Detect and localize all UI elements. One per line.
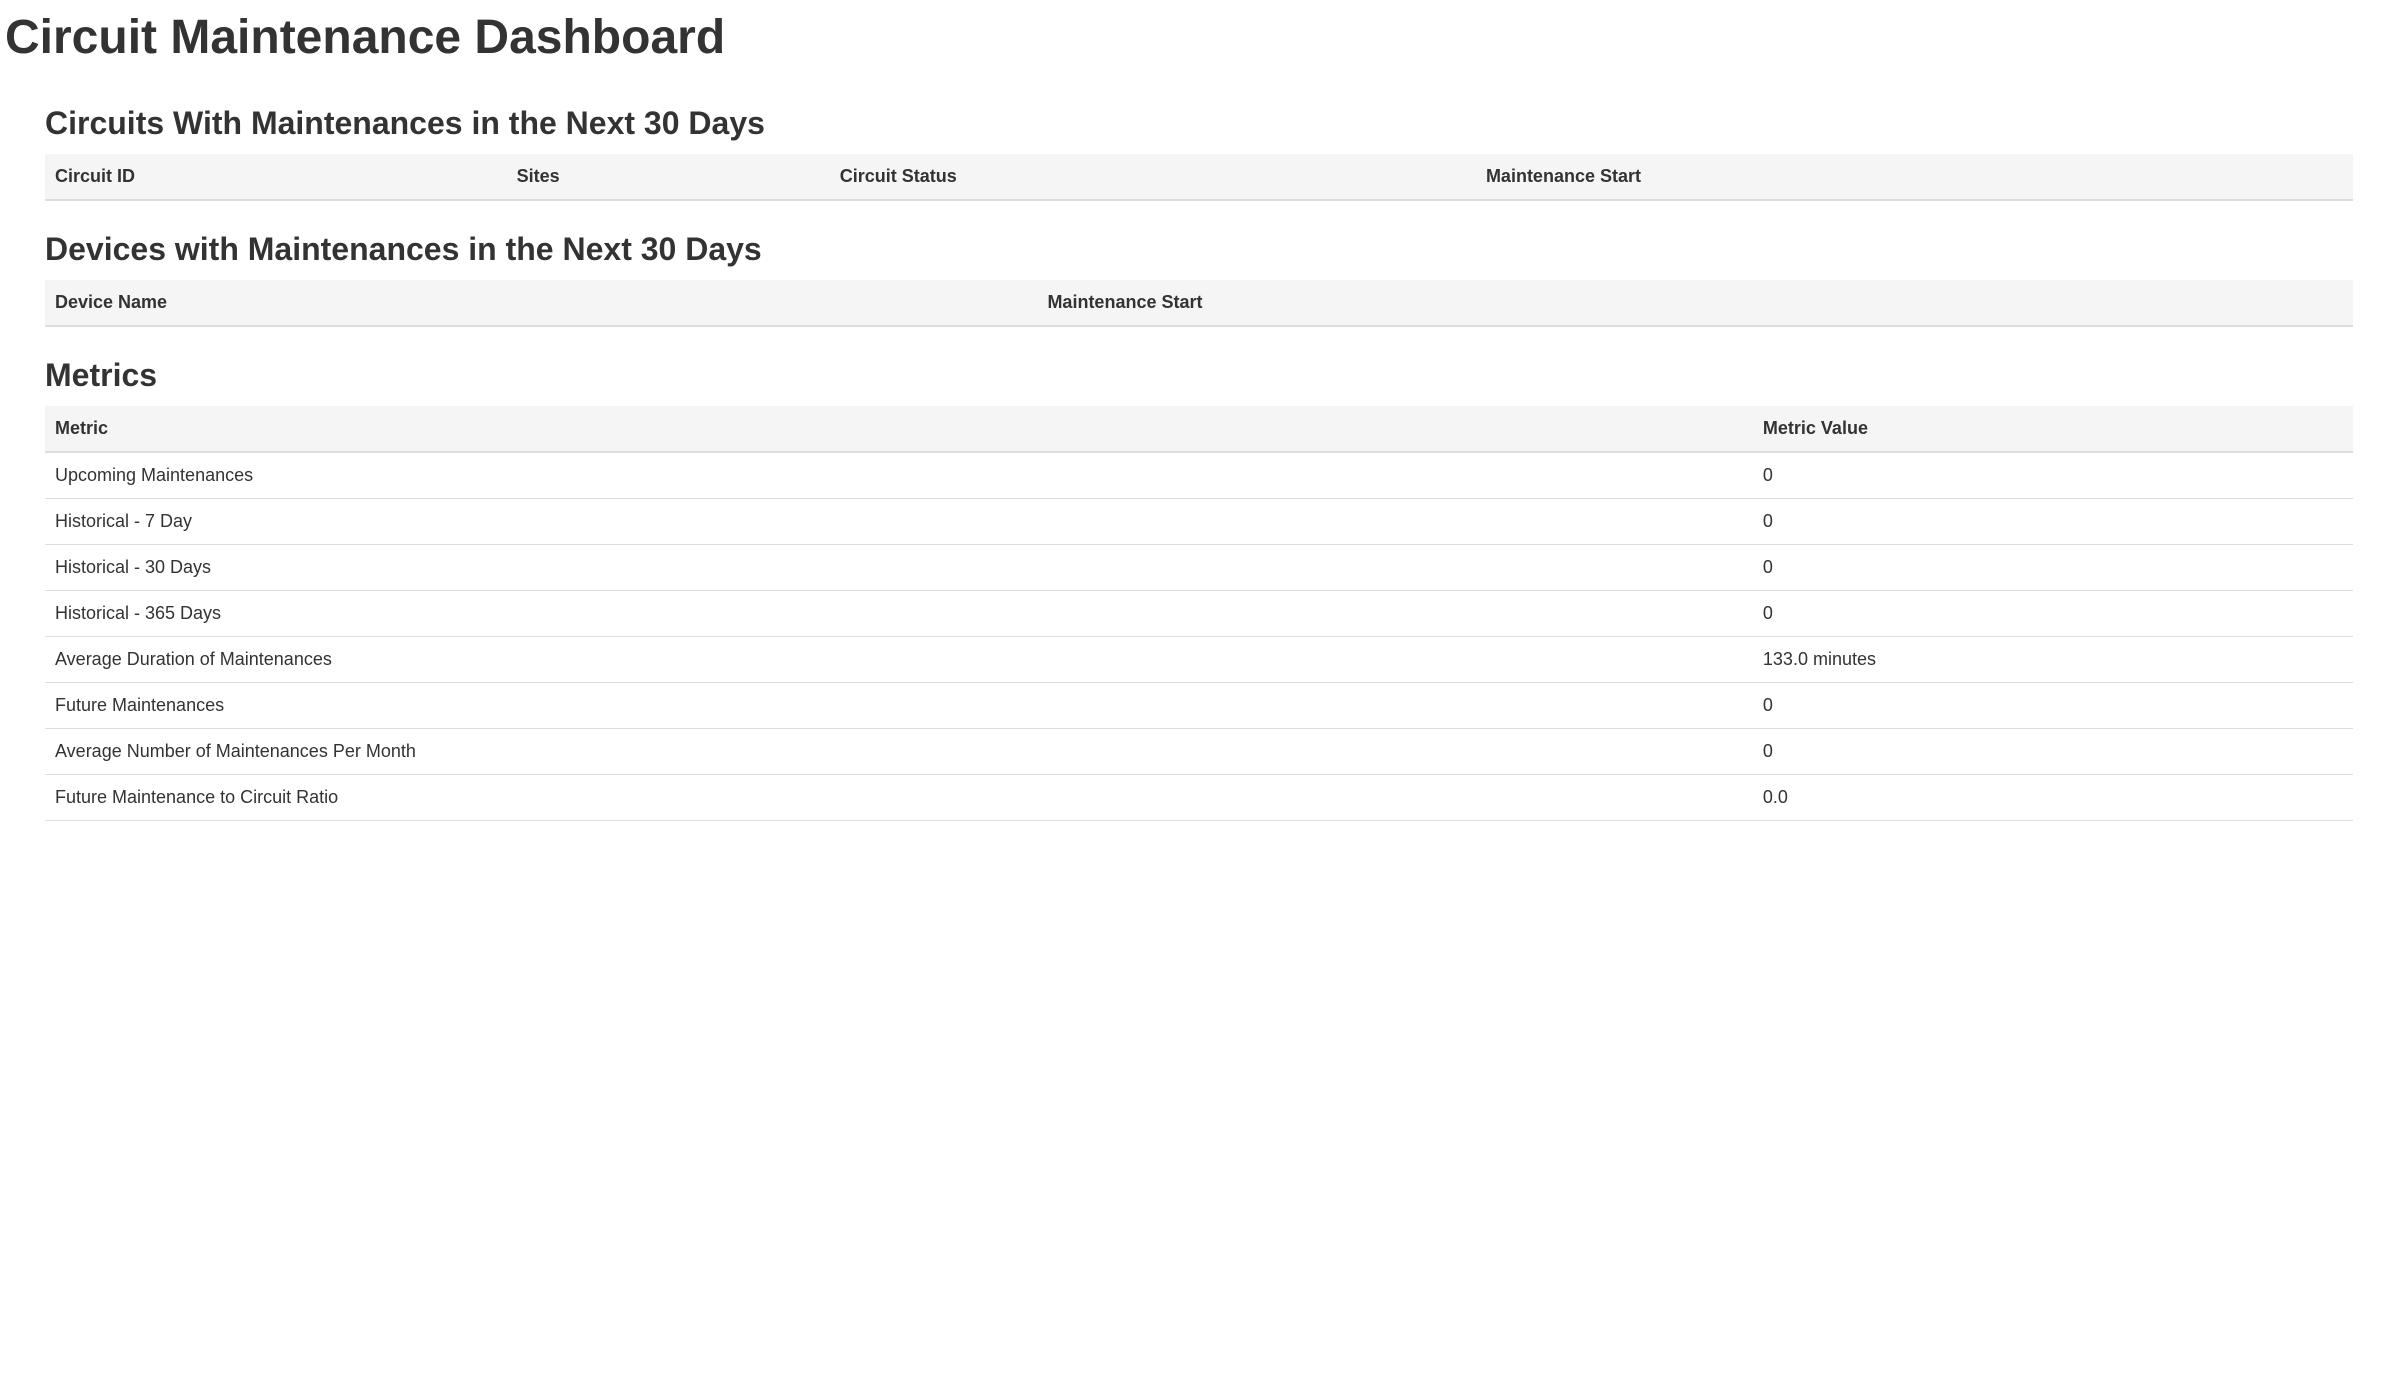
col-metric-value: Metric Value	[1753, 406, 2353, 452]
col-circuit-status: Circuit Status	[830, 154, 1476, 200]
page-title: Circuit Maintenance Dashboard	[5, 10, 2393, 65]
table-row: Future Maintenances0	[45, 683, 2353, 729]
table-row: Average Duration of Maintenances133.0 mi…	[45, 637, 2353, 683]
metric-name: Upcoming Maintenances	[45, 452, 1753, 499]
metric-name: Historical - 365 Days	[45, 591, 1753, 637]
metrics-table: Metric Metric Value Upcoming Maintenance…	[45, 406, 2353, 821]
table-row: Average Number of Maintenances Per Month…	[45, 729, 2353, 775]
metric-name: Future Maintenances	[45, 683, 1753, 729]
devices-heading: Devices with Maintenances in the Next 30…	[45, 231, 2353, 268]
circuits-table: Circuit ID Sites Circuit Status Maintena…	[45, 154, 2353, 201]
metric-value: 0	[1753, 729, 2353, 775]
metric-name: Average Duration of Maintenances	[45, 637, 1753, 683]
metric-value: 0	[1753, 591, 2353, 637]
table-row: Historical - 365 Days0	[45, 591, 2353, 637]
devices-table: Device Name Maintenance Start	[45, 280, 2353, 327]
col-device-name: Device Name	[45, 280, 1037, 326]
metric-name: Average Number of Maintenances Per Month	[45, 729, 1753, 775]
table-row: Historical - 7 Day0	[45, 499, 2353, 545]
metric-value: 0.0	[1753, 775, 2353, 821]
metrics-heading: Metrics	[45, 357, 2353, 394]
metric-value: 0	[1753, 499, 2353, 545]
table-header-row: Metric Metric Value	[45, 406, 2353, 452]
col-maintenance-start: Maintenance Start	[1037, 280, 2353, 326]
table-row: Future Maintenance to Circuit Ratio0.0	[45, 775, 2353, 821]
metric-name: Future Maintenance to Circuit Ratio	[45, 775, 1753, 821]
metric-value: 133.0 minutes	[1753, 637, 2353, 683]
metric-value: 0	[1753, 683, 2353, 729]
metric-name: Historical - 7 Day	[45, 499, 1753, 545]
metric-value: 0	[1753, 452, 2353, 499]
col-circuit-id: Circuit ID	[45, 154, 507, 200]
table-header-row: Device Name Maintenance Start	[45, 280, 2353, 326]
table-row: Historical - 30 Days0	[45, 545, 2353, 591]
circuits-heading: Circuits With Maintenances in the Next 3…	[45, 105, 2353, 142]
metric-name: Historical - 30 Days	[45, 545, 1753, 591]
dashboard-content: Circuits With Maintenances in the Next 3…	[5, 105, 2393, 821]
col-metric: Metric	[45, 406, 1753, 452]
metric-value: 0	[1753, 545, 2353, 591]
col-maintenance-start: Maintenance Start	[1476, 154, 2353, 200]
table-row: Upcoming Maintenances0	[45, 452, 2353, 499]
table-header-row: Circuit ID Sites Circuit Status Maintena…	[45, 154, 2353, 200]
col-sites: Sites	[507, 154, 830, 200]
